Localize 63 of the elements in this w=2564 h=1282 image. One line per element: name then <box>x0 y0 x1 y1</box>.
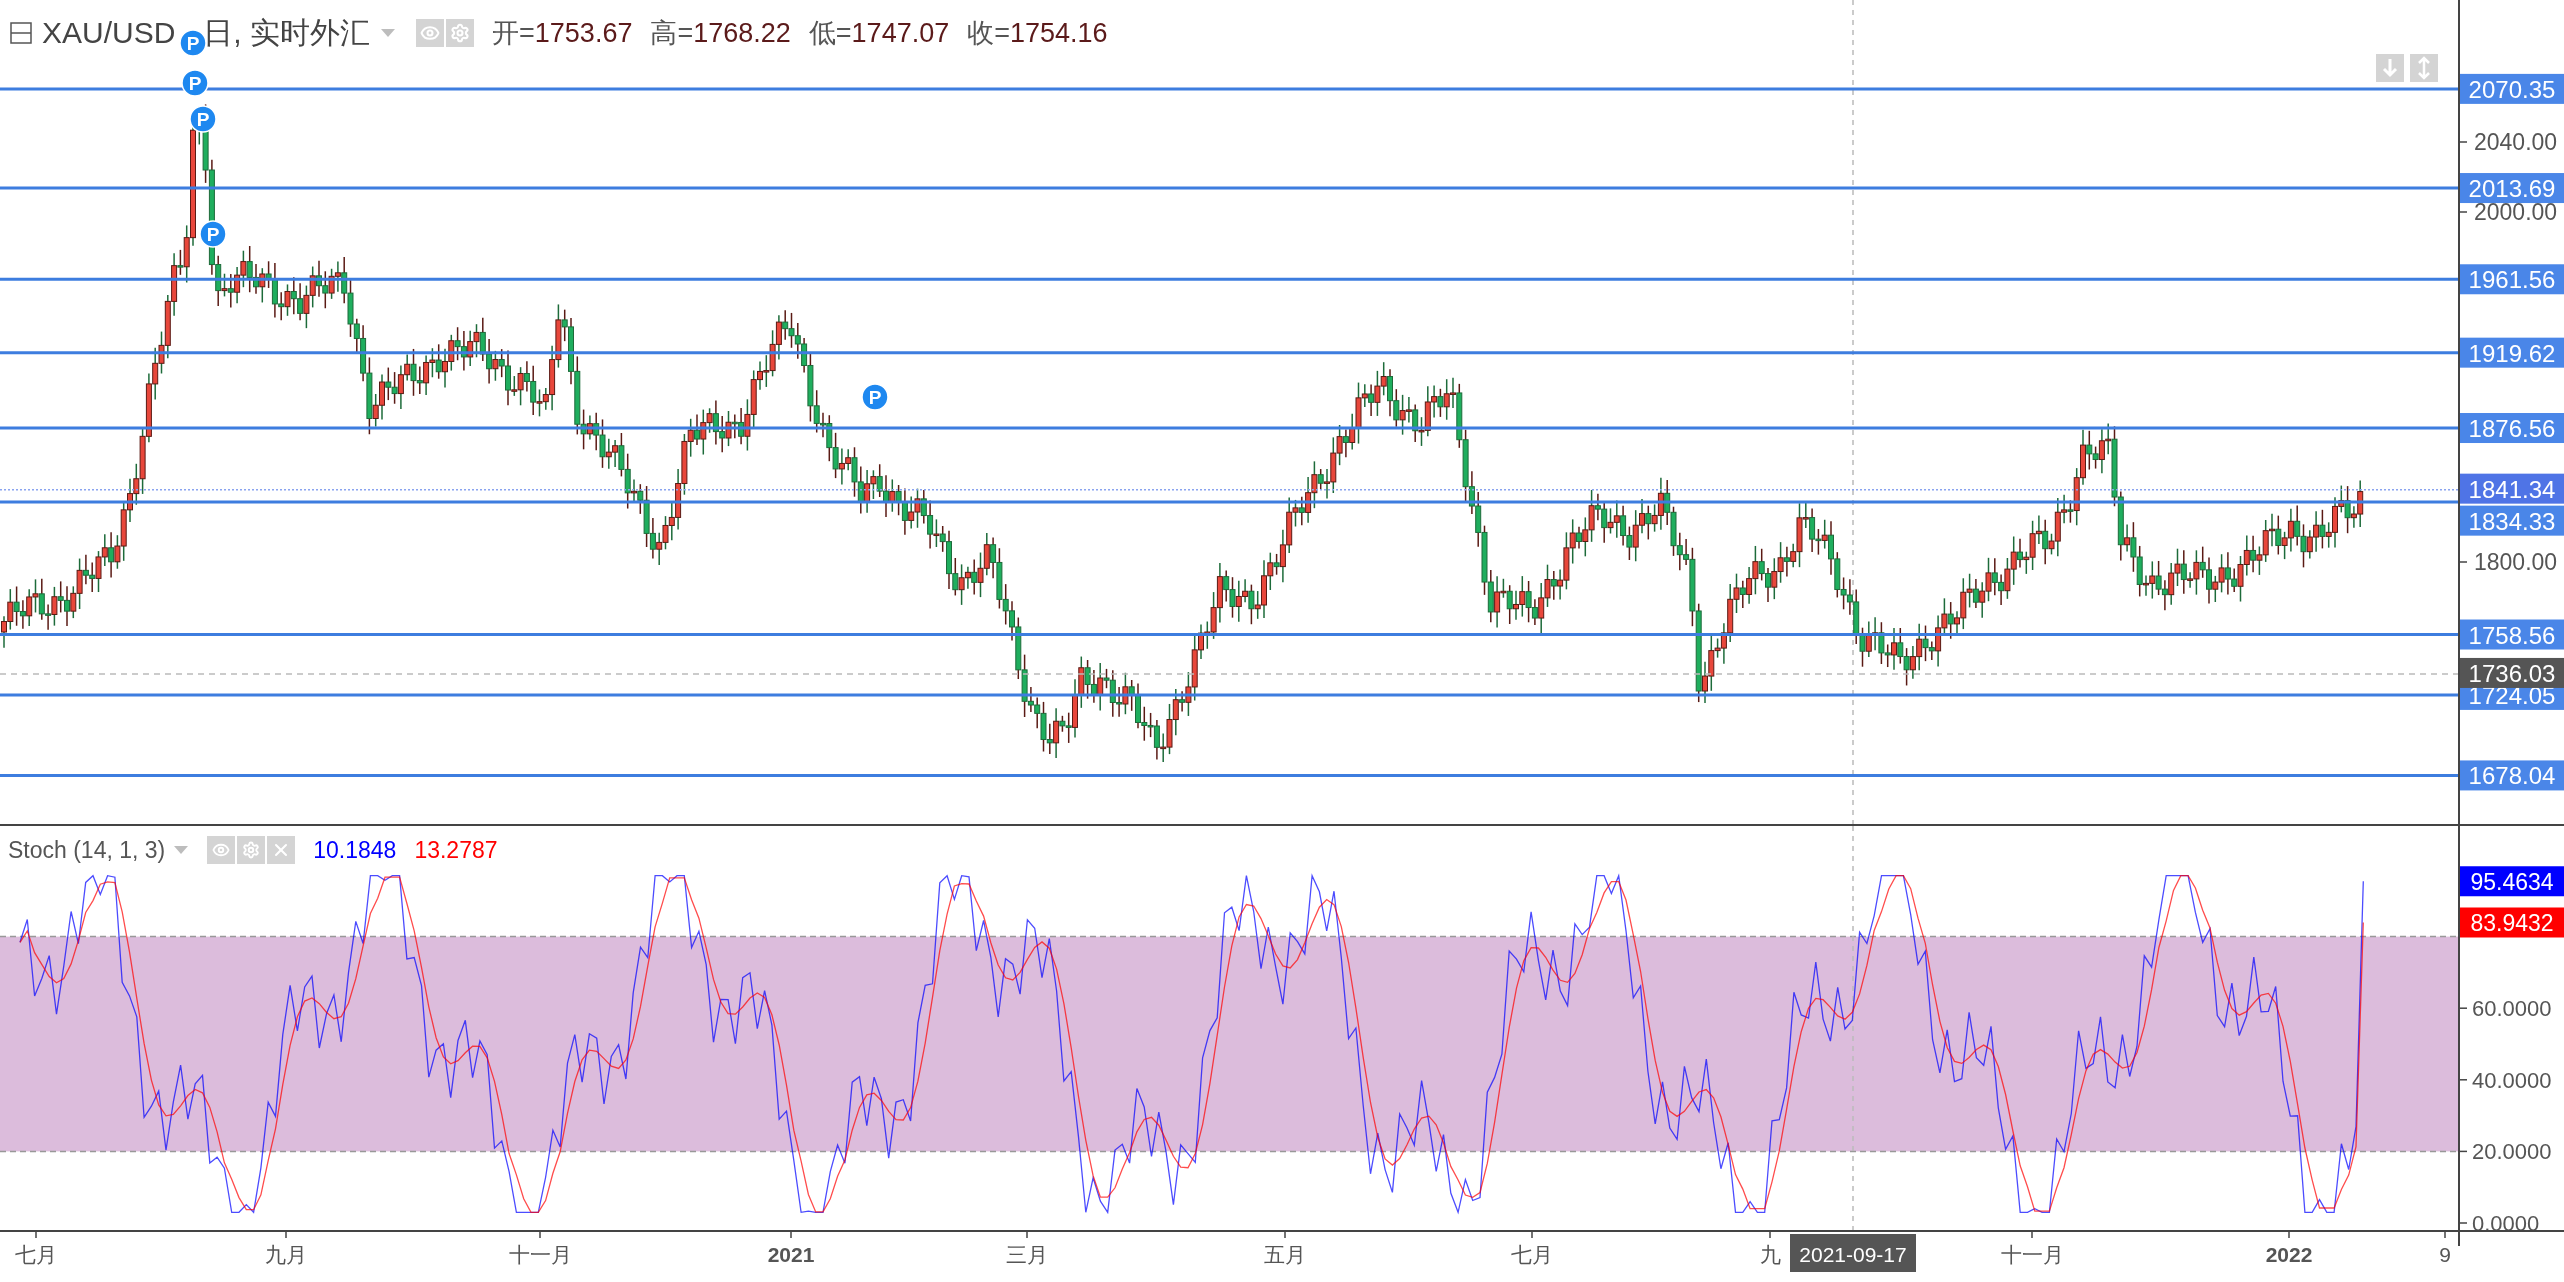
last-price-label: 1841.34 <box>2460 473 2564 504</box>
level-price-label: 1678.04 <box>2460 760 2564 791</box>
time-axis-label: 九月 <box>265 1243 307 1266</box>
axis-tick-label: 2040.00 <box>2474 129 2558 155</box>
settings-icon[interactable] <box>237 836 266 864</box>
time-axis-label: 九 <box>1759 1243 1781 1266</box>
ohlc-label: 收= <box>967 19 1010 47</box>
time-axis-label: 2022 <box>2265 1243 2313 1266</box>
level-price-label: 1758.56 <box>2460 619 2564 650</box>
marker-badge[interactable]: P <box>181 69 209 97</box>
level-price-label: 1961.56 <box>2460 264 2564 295</box>
ohlc-value: 1768.22 <box>693 19 791 47</box>
level-price-label: 1876.56 <box>2460 413 2564 443</box>
level-price-label: 1834.33 <box>2460 505 2564 536</box>
level-price-label: 2070.35 <box>2460 73 2564 104</box>
axis-tick-label: 20.0000 <box>2472 1139 2552 1165</box>
level-line[interactable] <box>0 500 2458 504</box>
level-line[interactable] <box>0 277 2458 281</box>
level-line[interactable] <box>0 693 2458 697</box>
level-line[interactable] <box>0 426 2458 430</box>
indicator-title: Stoch (14, 1, 3) <box>8 838 166 862</box>
axis-tick-label: 40.0000 <box>2472 1067 2552 1093</box>
time-axis-label: 9 <box>2439 1243 2451 1266</box>
marker-badge[interactable]: P <box>861 383 889 411</box>
indicator-value: 13.2787 <box>414 838 498 862</box>
time-axis-label: 三月 <box>1006 1243 1048 1266</box>
download-icon[interactable] <box>2376 54 2404 82</box>
time-axis-label: 七月 <box>1511 1243 1553 1266</box>
settings-icon[interactable] <box>446 19 475 47</box>
caret-icon[interactable] <box>380 28 397 38</box>
ohlc-label: 高= <box>650 19 694 47</box>
level-line[interactable] <box>0 773 2458 777</box>
eye-icon[interactable] <box>416 19 445 47</box>
ohlc-value: 1753.67 <box>534 19 633 47</box>
ohlc-value: 1747.07 <box>851 19 950 47</box>
resize-icon[interactable] <box>2410 54 2438 82</box>
ohlc-value: 1754.16 <box>1010 19 1108 47</box>
time-axis-label: 十一月 <box>2000 1243 2064 1266</box>
marker-badge[interactable]: P <box>189 105 217 133</box>
indicator-value: 10.1848 <box>313 838 397 862</box>
level-line[interactable] <box>0 351 2458 355</box>
level-price-label: 2013.69 <box>2460 173 2564 204</box>
time-axis-label: 五月 <box>1264 1243 1306 1266</box>
time-axis-label: 七月 <box>15 1243 57 1266</box>
eye-icon[interactable] <box>207 836 236 864</box>
ohlc-label: 开= <box>492 19 535 47</box>
close-icon[interactable] <box>267 836 296 864</box>
time-axis-label: 十一月 <box>508 1243 572 1266</box>
level-price-label: 1919.62 <box>2460 337 2564 368</box>
crosshair-date-label: 2021-09-17 <box>1790 1234 1916 1272</box>
caret-icon[interactable] <box>173 845 190 855</box>
marker-badge[interactable]: P <box>179 29 207 57</box>
ohlc-label: 低= <box>808 19 852 47</box>
indicator-price-label: 83.9432 <box>2460 907 2564 938</box>
crosshair-price-label: 1736.03 <box>2460 657 2564 688</box>
level-line[interactable] <box>0 186 2458 190</box>
collapse-icon[interactable] <box>10 22 32 44</box>
axis-tick-label: 60.0000 <box>2472 996 2552 1022</box>
symbol-label: XAU/USD <box>42 18 176 48</box>
indicator-price-label: 95.4634 <box>2460 866 2564 897</box>
axis-tick-label: 1800.00 <box>2474 549 2558 575</box>
marker-badge[interactable]: P <box>199 220 227 248</box>
time-axis-label: 2021 <box>767 1243 815 1266</box>
